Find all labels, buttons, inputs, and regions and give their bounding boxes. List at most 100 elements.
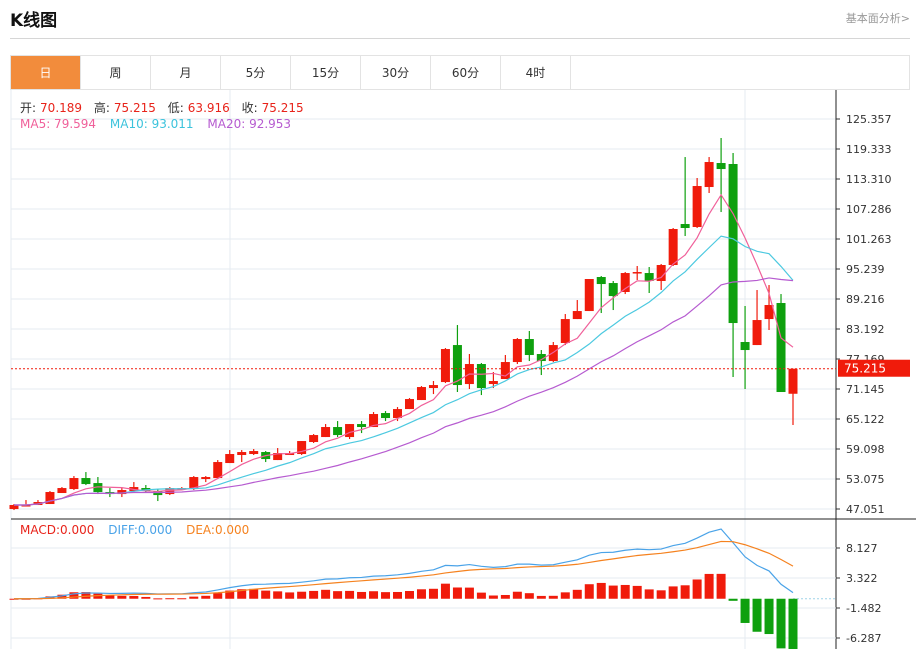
macd-bar xyxy=(692,579,702,599)
macd-bar xyxy=(524,593,534,599)
candle-down xyxy=(357,424,367,428)
dea-value: DEA:0.000 xyxy=(186,523,250,537)
y-tick-label: 83.192 xyxy=(846,323,885,336)
candle-up xyxy=(440,349,450,383)
macd-value: MACD:0.000 xyxy=(20,523,95,537)
macd-bar xyxy=(153,598,163,600)
ma10-line xyxy=(14,235,794,506)
y-tick-label: 107.286 xyxy=(846,203,892,216)
macd-y-tick-label: -6.287 xyxy=(846,632,881,645)
last-price-label: 75.215 xyxy=(844,362,886,376)
candle-down xyxy=(740,342,750,351)
macd-bar xyxy=(728,598,738,601)
macd-bar xyxy=(680,585,690,599)
macd-bar xyxy=(189,596,199,599)
candle-down xyxy=(776,303,786,393)
candle-down xyxy=(476,364,486,389)
y-tick-label: 89.216 xyxy=(846,293,885,306)
macd-bar xyxy=(117,595,127,599)
y-tick-label: 65.122 xyxy=(846,413,885,426)
macd-bar xyxy=(345,590,355,599)
macd-bar xyxy=(536,595,546,599)
macd-bar xyxy=(476,592,486,599)
y-tick-label: 95.239 xyxy=(846,263,885,276)
candle-down xyxy=(716,163,726,170)
macd-bar xyxy=(620,584,630,599)
low-value: 63.916 xyxy=(187,101,230,115)
macd-bar xyxy=(608,585,618,599)
candle-up xyxy=(512,339,522,363)
macd-bar xyxy=(632,585,642,599)
low-label: 低: xyxy=(167,101,184,115)
candle-up xyxy=(69,478,79,490)
macd-bar xyxy=(297,591,307,599)
open-label: 开: xyxy=(20,101,37,115)
candle-up xyxy=(321,427,331,438)
candle-down xyxy=(81,478,91,485)
macd-bar xyxy=(656,590,666,599)
candle-up xyxy=(788,368,798,394)
candle-up xyxy=(9,505,19,510)
macd-bar xyxy=(488,595,498,599)
macd-bar xyxy=(416,589,426,599)
candle-up xyxy=(668,229,678,266)
macd-bar xyxy=(596,582,606,599)
macd-bar xyxy=(261,590,271,599)
macd-bar xyxy=(369,591,379,599)
ma10-legend: MA10: 93.011 xyxy=(109,117,194,131)
macd-bar xyxy=(177,598,187,600)
y-tick-label: 71.145 xyxy=(846,383,885,396)
candle-down xyxy=(333,427,343,436)
y-tick-label: 113.310 xyxy=(846,173,892,186)
macd-y-tick-label: 3.322 xyxy=(846,572,878,585)
macd-bar xyxy=(512,591,522,599)
macd-bar xyxy=(752,598,762,632)
candle-up xyxy=(249,451,259,455)
candle-up xyxy=(692,186,702,228)
macd-bar xyxy=(776,598,786,649)
ma20-line xyxy=(14,277,794,506)
y-tick-label: 125.357 xyxy=(846,113,892,126)
macd-bar xyxy=(141,596,151,599)
diff-value: DIFF:0.000 xyxy=(108,523,173,537)
kline-chart[interactable]: 125.357 119.333 113.310 107.286 101.263 95.23… xyxy=(0,0,916,649)
macd-bar xyxy=(788,598,798,649)
macd-bar xyxy=(452,587,462,599)
close-label: 收: xyxy=(241,101,258,115)
macd-bar xyxy=(440,583,450,599)
macd-bar xyxy=(285,592,295,599)
macd-bar xyxy=(644,589,654,599)
candle-up xyxy=(201,477,211,480)
macd-y-tick-label: -1.482 xyxy=(846,602,881,615)
macd-bar xyxy=(273,591,283,599)
candle-up xyxy=(632,272,642,274)
candle-up xyxy=(428,385,438,389)
candle-up xyxy=(213,462,223,479)
candle-up xyxy=(704,162,714,188)
macd-bar xyxy=(764,598,774,635)
candle-down xyxy=(596,277,606,285)
macd-bar xyxy=(668,586,678,599)
y-tick-label: 47.051 xyxy=(846,503,885,516)
high-value: 75.215 xyxy=(113,101,156,115)
candle-down xyxy=(381,413,391,419)
ma20-legend: MA20: 92.953 xyxy=(207,117,292,131)
macd-bar xyxy=(704,573,714,599)
macd-bar xyxy=(381,592,391,599)
candle-up xyxy=(309,435,319,443)
high-label: 高: xyxy=(93,101,110,115)
macd-bar xyxy=(464,587,474,599)
macd-bar xyxy=(309,590,319,599)
macd-bar xyxy=(584,584,594,599)
candle-down xyxy=(728,164,738,324)
macd-bar xyxy=(321,589,331,599)
candle-up xyxy=(237,452,247,456)
candle-up xyxy=(416,387,426,401)
open-value: 70.189 xyxy=(40,101,83,115)
macd-bar xyxy=(716,573,726,599)
macd-bar xyxy=(560,592,570,599)
macd-y-tick-label: 8.127 xyxy=(846,542,878,555)
macd-bar xyxy=(129,596,139,599)
close-value: 75.215 xyxy=(261,101,304,115)
macd-bar xyxy=(428,588,438,599)
